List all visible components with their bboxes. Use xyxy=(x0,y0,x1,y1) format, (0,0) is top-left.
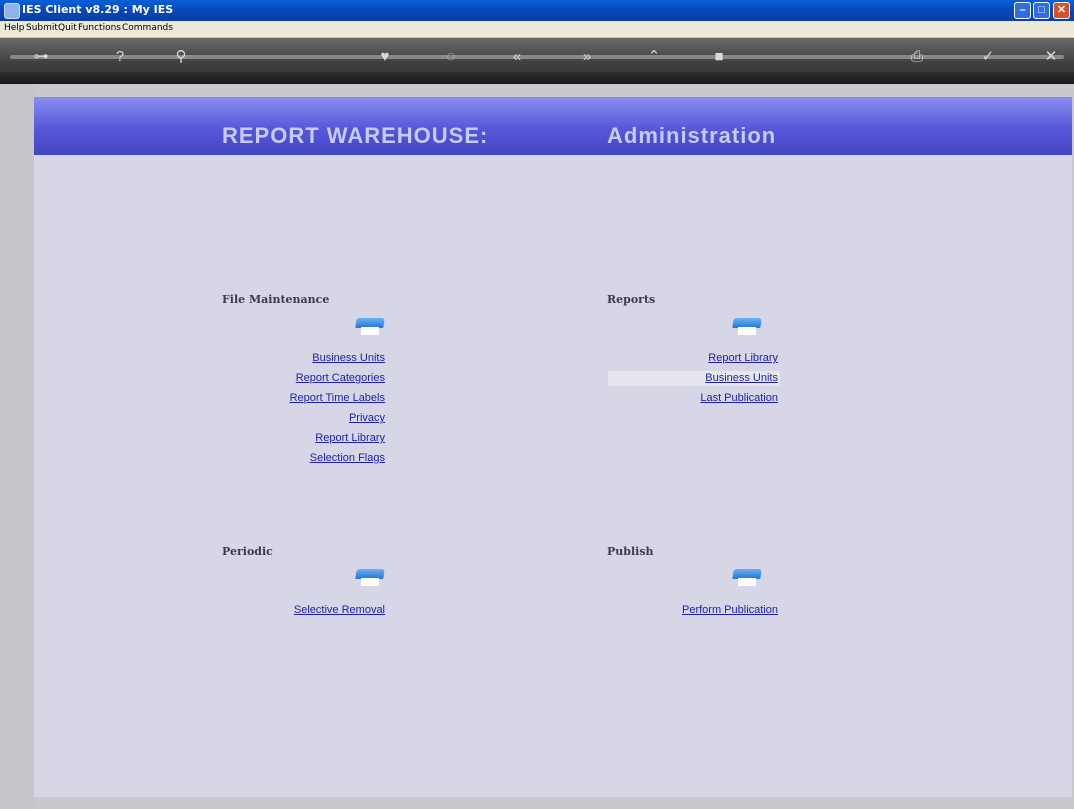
minimize-button[interactable]: – xyxy=(1014,2,1031,19)
menu-quit[interactable]: Quit xyxy=(58,23,77,33)
close-button[interactable]: ✕ xyxy=(1053,2,1070,19)
link-reports-business-units[interactable]: Business Units xyxy=(705,372,778,384)
rewind-icon[interactable]: « xyxy=(506,46,528,68)
printer-icon-paper xyxy=(738,578,756,586)
print-icon[interactable]: ⎙ xyxy=(906,46,928,68)
toolbar-shadow xyxy=(0,72,1074,84)
link-report-time-labels[interactable]: Report Time Labels xyxy=(290,392,385,404)
stop-icon[interactable]: ■ xyxy=(708,46,730,68)
link-last-publication[interactable]: Last Publication xyxy=(700,392,778,404)
search-icon[interactable]: ⚲ xyxy=(170,46,192,68)
link-reports-report-library[interactable]: Report Library xyxy=(708,352,778,364)
section-title-periodic: Periodic xyxy=(222,545,273,558)
printer-icon[interactable] xyxy=(355,569,385,587)
key-icon[interactable]: ⊶ xyxy=(30,46,52,68)
section-title-reports: Reports xyxy=(607,293,656,306)
link-report-categories[interactable]: Report Categories xyxy=(296,372,385,384)
link-business-units[interactable]: Business Units xyxy=(312,352,385,364)
maximize-button[interactable]: □ xyxy=(1033,2,1050,19)
ok-icon[interactable]: ✓ xyxy=(977,46,999,68)
printer-icon-paper xyxy=(361,578,379,586)
forward-icon[interactable]: » xyxy=(576,46,598,68)
window-title: IES Client v8.29 : My IES xyxy=(22,3,174,16)
header-band xyxy=(34,97,1072,155)
link-selection-flags[interactable]: Selection Flags xyxy=(310,452,385,464)
link-perform-publication[interactable]: Perform Publication xyxy=(682,604,778,616)
page-subtitle: Administration xyxy=(607,123,777,148)
help-icon[interactable]: ? xyxy=(109,46,131,68)
toolbar: ⊶ ? ⚲ ♥ ◌ « » ⌃ ■ ⎙ ✓ ✕ xyxy=(0,38,1074,84)
heart-icon[interactable]: ♥ xyxy=(374,46,396,68)
app-icon xyxy=(4,3,20,19)
main-panel xyxy=(34,97,1072,797)
refresh-icon[interactable]: ◌ xyxy=(440,46,462,68)
printer-icon-paper xyxy=(361,327,379,335)
printer-icon[interactable] xyxy=(732,318,762,336)
pin-icon[interactable]: ⌃ xyxy=(643,46,665,68)
left-strip xyxy=(0,84,34,809)
cancel-icon[interactable]: ✕ xyxy=(1040,46,1062,68)
menu-commands[interactable]: Commands xyxy=(122,23,173,33)
section-title-file-maintenance: File Maintenance xyxy=(222,293,330,306)
printer-icon[interactable] xyxy=(732,569,762,587)
menu-functions[interactable]: Functions xyxy=(78,23,121,33)
page-title: REPORT WAREHOUSE: xyxy=(222,123,489,148)
menu-submit[interactable]: Submit xyxy=(26,23,58,33)
section-title-publish: Publish xyxy=(607,545,654,558)
link-selective-removal[interactable]: Selective Removal xyxy=(294,604,385,616)
link-privacy[interactable]: Privacy xyxy=(349,412,385,424)
link-report-library[interactable]: Report Library xyxy=(315,432,385,444)
printer-icon-paper xyxy=(738,327,756,335)
printer-icon[interactable] xyxy=(355,318,385,336)
menu-bar: Help Submit Quit Functions Commands xyxy=(0,21,1074,38)
menu-help[interactable]: Help xyxy=(4,23,25,33)
window-title-bar: IES Client v8.29 : My IES – □ ✕ xyxy=(0,0,1074,21)
